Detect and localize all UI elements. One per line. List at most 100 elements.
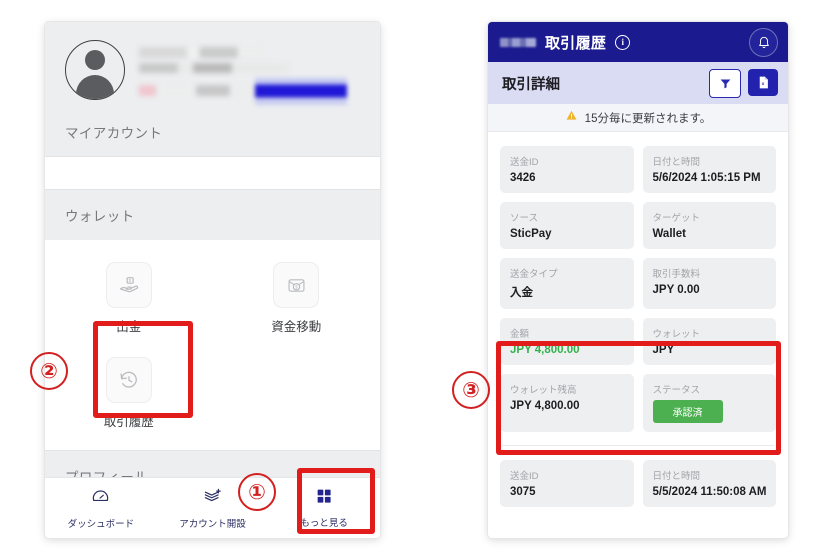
subheader-actions: x xyxy=(709,68,778,98)
field-wallet-balance: ウォレット残高 JPY 4,800.00 xyxy=(500,374,634,432)
wallet-tile-withdraw-label: 出金 xyxy=(116,320,142,334)
divider-strip xyxy=(45,156,380,190)
profile-text xyxy=(139,45,360,105)
wallet-tile-history-label: 取引履歴 xyxy=(103,415,154,429)
wallet-tile-transfer-label: 資金移動 xyxy=(271,320,322,334)
refresh-alert: 15分毎に更新されます。 xyxy=(488,104,788,132)
transaction-item[interactable]: 送金ID 3426 日付と時間 5/6/2024 1:05:15 PM ソース … xyxy=(500,132,776,445)
field-fee: 取引手数料 JPY 0.00 xyxy=(642,258,776,309)
field-value: 入金 xyxy=(510,287,533,299)
header-title: 取引履歴 xyxy=(545,34,607,52)
nav-item-dashboard[interactable]: ダッシュボード xyxy=(45,487,157,530)
svg-text:$: $ xyxy=(128,278,131,283)
avatar-body xyxy=(76,75,114,99)
redacted-chip-b xyxy=(196,84,230,96)
field-label: 日付と時間 xyxy=(652,157,701,168)
wallet-section-header: ウォレット xyxy=(45,190,380,240)
field-amount: 金額 JPY 4,800.00 xyxy=(500,318,634,365)
annotation-number-3: ③ xyxy=(452,371,490,409)
field-label: 送金ID xyxy=(510,157,539,168)
refresh-alert-text: 15分毎に更新されます。 xyxy=(584,112,712,125)
subheader-title: 取引詳細 xyxy=(502,76,560,93)
field-transfer-id: 送金ID 3075 xyxy=(500,460,634,507)
app-header: 取引履歴 i xyxy=(488,22,788,62)
envelope-money-icon: $ xyxy=(273,262,320,308)
redacted-account-row xyxy=(139,77,360,105)
field-value: 5/6/2024 1:05:15 PM xyxy=(652,172,761,184)
transaction-list: 送金ID 3426 日付と時間 5/6/2024 1:05:15 PM ソース … xyxy=(488,132,788,520)
wallet-tiles: $ 出金 $ 資金移動 取引履歴 xyxy=(45,240,380,450)
field-row: ウォレット残高 JPY 4,800.00 ステータス 承認済 xyxy=(500,374,776,432)
field-row: 金額 JPY 4,800.00 ウォレット JPY xyxy=(500,318,776,365)
field-value: JPY 4,800.00 xyxy=(510,344,580,356)
wallet-tile-transfer[interactable]: $ 資金移動 xyxy=(213,254,381,349)
subheader: 取引詳細 x xyxy=(488,62,788,104)
field-value: Wallet xyxy=(652,228,686,240)
grid-squares-icon xyxy=(315,487,333,510)
nav-item-dashboard-label: ダッシュボード xyxy=(67,518,135,530)
annotation-number-2: ② xyxy=(30,352,68,390)
funnel-icon[interactable] xyxy=(709,68,741,98)
layers-plus-icon xyxy=(203,487,222,511)
bottom-navigation: ダッシュボード アカウント開設 もっと見る xyxy=(45,477,380,538)
field-transfer-id: 送金ID 3426 xyxy=(500,146,634,193)
nav-item-more[interactable]: もっと見る xyxy=(268,487,380,529)
field-value: 3075 xyxy=(510,486,536,498)
redacted-flag xyxy=(139,84,156,96)
transaction-item[interactable]: 送金ID 3075 日付と時間 5/5/2024 11:50:08 AM xyxy=(500,446,776,520)
info-icon[interactable]: i xyxy=(615,34,631,50)
field-status: ステータス 承認済 xyxy=(642,374,776,432)
field-label: 取引手数料 xyxy=(652,269,701,280)
field-row: 送金ID 3426 日付と時間 5/6/2024 1:05:15 PM xyxy=(500,146,776,193)
field-value: 3426 xyxy=(510,172,536,184)
excel-file-icon[interactable]: x xyxy=(748,68,778,96)
field-label: ウォレット xyxy=(652,329,701,340)
redacted-name-line-1 xyxy=(139,46,265,58)
svg-text:$: $ xyxy=(295,284,298,290)
tile-grid: $ 出金 $ 資金移動 取引履歴 xyxy=(45,254,380,444)
clock-rewind-icon xyxy=(105,357,152,403)
profile-row xyxy=(65,40,360,105)
my-account-label: マイアカウント xyxy=(65,126,163,141)
field-value: 5/5/2024 11:50:08 AM xyxy=(652,486,767,498)
wallet-tile-history[interactable]: 取引履歴 xyxy=(45,349,213,444)
field-datetime: 日付と時間 5/6/2024 1:05:15 PM xyxy=(642,146,776,193)
field-label: ステータス xyxy=(652,385,701,396)
field-source: ソース SticPay xyxy=(500,202,634,249)
field-row: 送金ID 3075 日付と時間 5/5/2024 11:50:08 AM xyxy=(500,460,776,507)
svg-text:x: x xyxy=(761,81,764,86)
field-value: JPY 4,800.00 xyxy=(510,400,580,412)
field-label: 金額 xyxy=(510,329,530,340)
field-label: ターゲット xyxy=(652,213,701,224)
right-phone-screenshot: 取引履歴 i 取引詳細 x 15分毎に更新されます。 送金ID 3426 日付と… xyxy=(488,22,788,538)
field-row: 送金タイプ 入金 取引手数料 JPY 0.00 xyxy=(500,258,776,309)
field-label: 送金タイプ xyxy=(510,269,558,280)
wallet-tile-withdraw[interactable]: $ 出金 xyxy=(45,254,213,349)
field-row: ソース SticPay ターゲット Wallet xyxy=(500,202,776,249)
status-badge: 承認済 xyxy=(652,400,723,423)
warning-triangle-icon xyxy=(565,109,578,127)
field-value: JPY xyxy=(652,344,675,356)
bell-icon[interactable] xyxy=(749,27,778,57)
field-label: ソース xyxy=(510,213,539,224)
field-value: JPY 0.00 xyxy=(652,284,700,296)
redacted-name-line-2 xyxy=(139,62,289,73)
field-label: ウォレット残高 xyxy=(510,385,577,396)
redacted-chip-a xyxy=(161,84,191,96)
annotation-number-1: ① xyxy=(238,473,276,511)
left-phone-screenshot: マイアカウント ウォレット $ 出金 $ 資金移動 取引履歴 ダッシュボード ア… xyxy=(45,22,380,538)
profile-card: マイアカウント xyxy=(45,22,380,156)
field-target: ターゲット Wallet xyxy=(642,202,776,249)
gauge-icon xyxy=(91,487,110,511)
avatar-head xyxy=(85,50,105,70)
wallet-label: ウォレット xyxy=(65,209,135,224)
field-datetime: 日付と時間 5/5/2024 11:50:08 AM xyxy=(642,460,776,507)
nav-item-more-label: もっと見る xyxy=(300,518,348,529)
field-label: 日付と時間 xyxy=(652,471,701,482)
field-value: SticPay xyxy=(510,228,552,240)
field-transfer-type: 送金タイプ 入金 xyxy=(500,258,634,309)
redacted-account-id xyxy=(255,77,347,105)
field-label: 送金ID xyxy=(510,471,539,482)
avatar xyxy=(65,40,125,100)
nav-item-open-account-label: アカウント開設 xyxy=(179,518,246,530)
